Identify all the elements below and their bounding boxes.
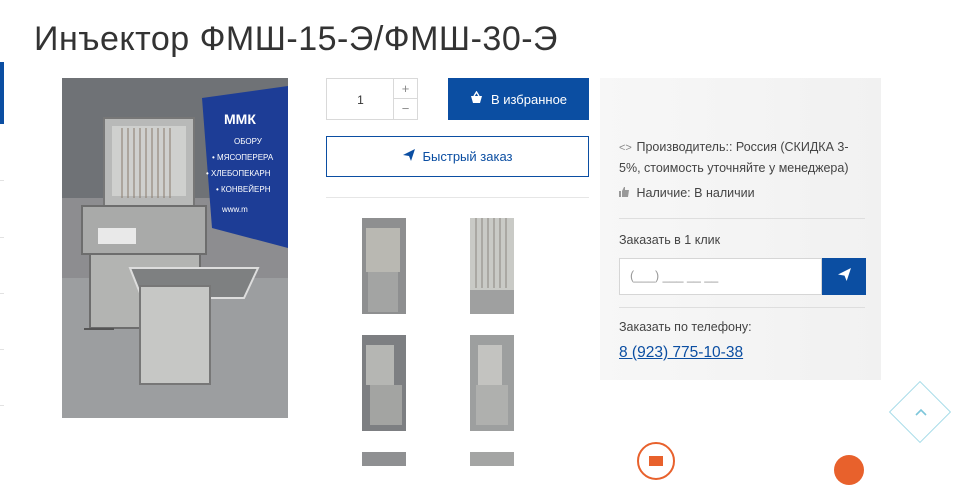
- quick-order-button[interactable]: Быстрый заказ: [326, 136, 589, 177]
- phone-input[interactable]: (___) ___ __ __: [619, 258, 822, 295]
- order-by-phone-label: Заказать по телефону:: [619, 320, 752, 334]
- divider: [326, 197, 589, 198]
- quantity-decrease-button[interactable]: −: [393, 99, 417, 119]
- availability-label: Наличие:: [636, 186, 691, 200]
- product-main-photo[interactable]: ММК ОБОРУ • МЯСОПЕРЕРА • ХЛЕБОПЕКАРН • К…: [62, 78, 288, 418]
- product-info-panel: <> Производитель:: Россия (СКИДКА 3-5%, …: [600, 78, 881, 380]
- product-thumbnail[interactable]: [470, 218, 514, 314]
- banner-brand: ММК: [224, 111, 256, 127]
- add-to-favorites-button[interactable]: В избранное: [448, 78, 589, 120]
- quick-order-label: Быстрый заказ: [422, 149, 513, 164]
- one-click-label: Заказать в 1 клик: [619, 233, 721, 247]
- mail-icon[interactable]: [637, 442, 675, 480]
- banner-line: www.m: [221, 205, 248, 214]
- callback-icon[interactable]: [834, 455, 864, 485]
- sidebar-divider: [0, 180, 4, 181]
- page-title: Инъектор ФМШ-15-Э/ФМШ-30-Э: [34, 20, 558, 58]
- product-thumbnail[interactable]: [362, 452, 406, 466]
- banner-line: • МЯСОПЕРЕРА: [212, 153, 274, 162]
- product-thumbnail[interactable]: [470, 335, 514, 431]
- quantity-increase-button[interactable]: +: [393, 79, 417, 99]
- paper-plane-icon: [402, 149, 415, 164]
- chevron-up-icon: [914, 404, 928, 420]
- sidebar-strip: [0, 0, 4, 466]
- quantity-stepper[interactable]: 1 + −: [326, 78, 418, 120]
- paper-plane-icon: [837, 267, 851, 286]
- banner-line: • КОНВЕЙЕРН: [216, 185, 271, 194]
- manufacturer-row: <> Производитель:: Россия (СКИДКА 3-5%, …: [619, 137, 869, 178]
- manufacturer-label: Производитель::: [636, 140, 733, 154]
- sidebar-active-indicator: [0, 62, 4, 124]
- phone-number-link[interactable]: 8 (923) 775-10-38: [619, 344, 743, 362]
- code-icon: <>: [619, 142, 632, 154]
- banner-line: ОБОРУ: [234, 137, 263, 146]
- product-thumbnail[interactable]: [470, 452, 514, 466]
- divider: [619, 218, 865, 219]
- divider: [619, 307, 865, 308]
- basket-icon: [470, 90, 483, 107]
- sidebar-divider: [0, 237, 4, 238]
- sidebar-divider: [0, 349, 4, 350]
- send-button[interactable]: [822, 258, 866, 295]
- favorites-label: В избранное: [490, 91, 568, 107]
- quantity-value[interactable]: 1: [327, 79, 394, 119]
- sidebar-divider: [0, 293, 4, 294]
- product-thumbnail[interactable]: [362, 218, 406, 314]
- availability-row: Наличие: В наличии: [619, 183, 755, 204]
- sidebar-divider: [0, 405, 4, 406]
- product-thumbnail[interactable]: [362, 335, 406, 431]
- banner-line: • ХЛЕБОПЕКАРН: [206, 169, 271, 178]
- availability-value: В наличии: [694, 186, 755, 200]
- thumbs-up-icon: [619, 184, 633, 204]
